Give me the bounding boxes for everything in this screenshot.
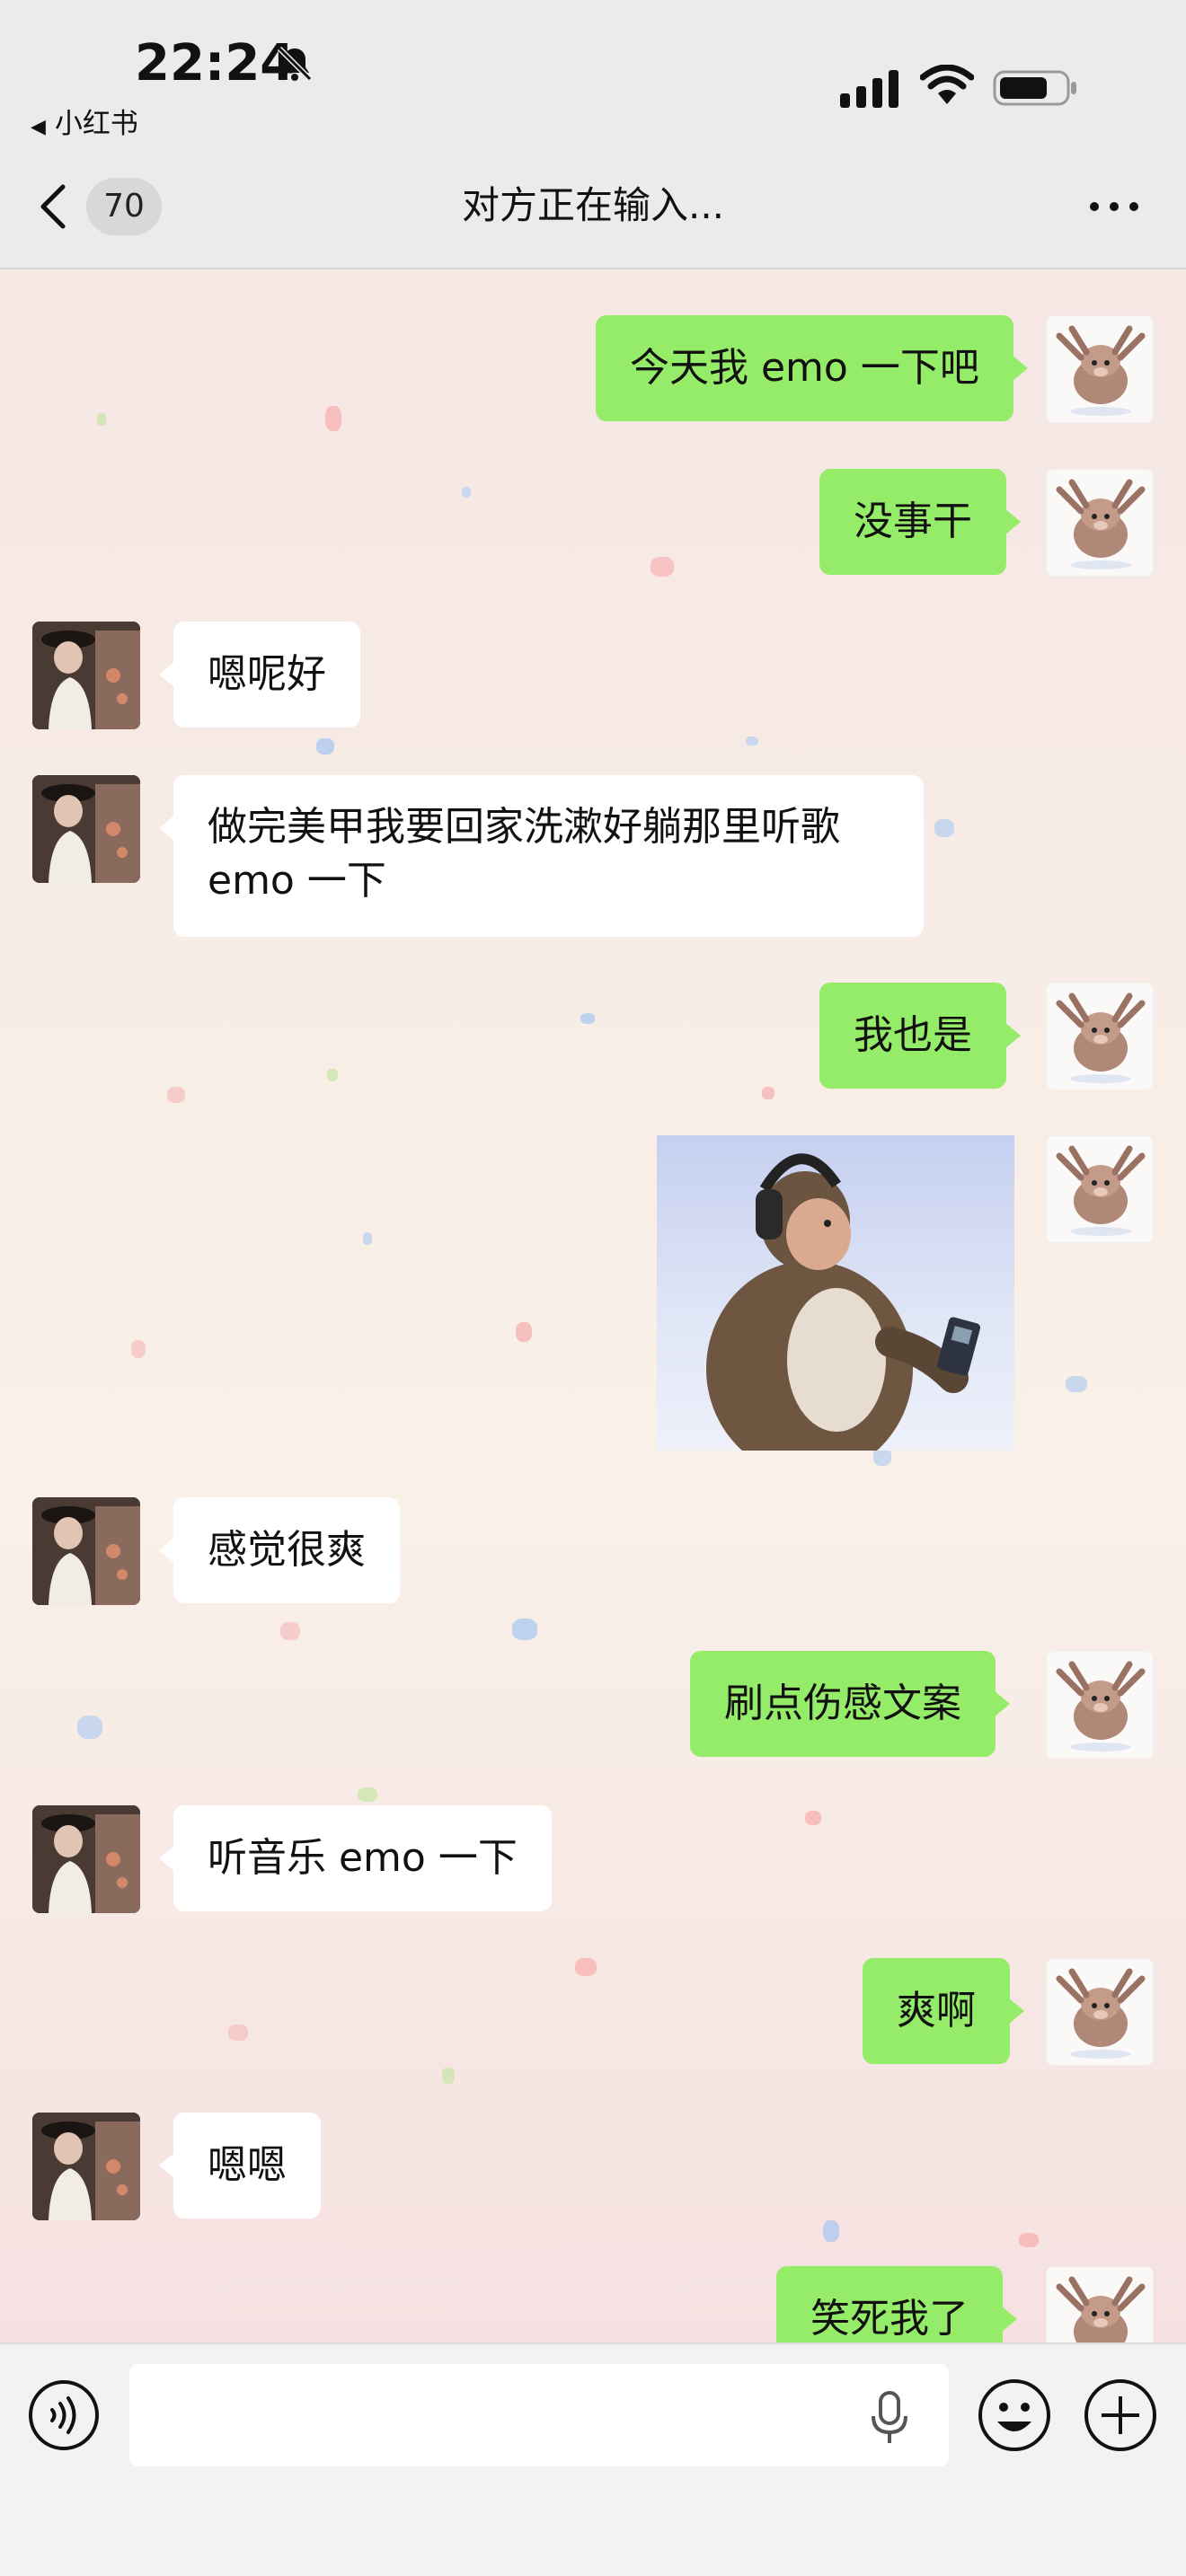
avatar-self[interactable] <box>1046 1651 1154 1759</box>
avatar-contact[interactable] <box>32 775 140 883</box>
avatar-self[interactable] <box>1046 1135 1154 1243</box>
bell-muted-icon <box>277 46 313 82</box>
message-input-bar <box>0 2342 1186 2576</box>
plus-icon[interactable] <box>1082 2377 1159 2454</box>
cartoon-avatar-icon <box>1056 1968 1146 2059</box>
avatar-self[interactable] <box>1046 983 1154 1090</box>
avatar-contact[interactable] <box>32 2113 140 2220</box>
cartoon-avatar-icon <box>1056 1661 1146 1751</box>
confetti-decoration <box>462 487 471 498</box>
cellular-signal-icon <box>840 70 898 108</box>
confetti-decoration <box>97 413 106 426</box>
confetti-decoration <box>575 1958 597 1976</box>
status-time: 22:24 <box>135 34 296 93</box>
more-options-icon[interactable] <box>1087 196 1141 217</box>
confetti-decoration <box>873 1448 891 1466</box>
confetti-decoration <box>325 406 341 431</box>
monkey-headphones-sticker-icon <box>706 1153 981 1451</box>
contact-photo-icon <box>32 1497 140 1605</box>
confetti-decoration <box>580 1013 595 1024</box>
message-bubble-incoming[interactable]: 感觉很爽 <box>159 1497 400 1603</box>
confetti-decoration <box>228 2025 248 2041</box>
confetti-decoration <box>516 1322 532 1342</box>
confetti-decoration <box>167 1087 185 1103</box>
confetti-decoration <box>1019 2233 1039 2247</box>
confetti-decoration <box>131 1340 146 1358</box>
cartoon-avatar-icon <box>1056 479 1146 569</box>
confetti-decoration <box>442 2068 455 2084</box>
mic-icon[interactable] <box>866 2391 913 2445</box>
confetti-decoration <box>1066 1376 1087 1392</box>
battery-icon <box>993 70 1076 106</box>
message-bubble-incoming[interactable]: 嗯嗯 <box>159 2113 321 2219</box>
message-bubble-outgoing[interactable]: 没事干 <box>819 469 1021 575</box>
chat-message-list[interactable]: 今天我 emo 一下吧 没事干 嗯呢好 做完美甲我要回家洗漱好躺那里听歌 emo… <box>0 271 1186 2342</box>
avatar-contact[interactable] <box>32 1497 140 1605</box>
contact-photo-icon <box>32 775 140 883</box>
confetti-decoration <box>358 1787 377 1802</box>
avatar-contact[interactable] <box>32 1805 140 1913</box>
confetti-decoration <box>746 737 758 745</box>
message-bubble-outgoing[interactable]: 刷点伤感文案 <box>690 1651 1010 1757</box>
message-bubble-outgoing[interactable]: 今天我 emo 一下吧 <box>596 315 1028 421</box>
cartoon-avatar-icon <box>1056 2276 1146 2342</box>
status-bar: 22:24 ◀ 小红书 <box>0 0 1186 144</box>
back-app-label: 小红书 <box>54 108 138 140</box>
cartoon-avatar-icon <box>1056 1145 1146 1236</box>
contact-photo-icon <box>32 622 140 729</box>
confetti-decoration <box>363 1232 372 1245</box>
confetti-decoration <box>805 1811 821 1825</box>
avatar-contact[interactable] <box>32 622 140 729</box>
message-bubble-outgoing[interactable]: 爽啊 <box>863 1958 1024 2064</box>
voice-icon[interactable] <box>27 2378 101 2452</box>
message-bubble-outgoing[interactable]: 我也是 <box>819 983 1021 1089</box>
avatar-self[interactable] <box>1046 315 1154 423</box>
confetti-decoration <box>934 819 954 837</box>
confetti-decoration <box>77 1716 102 1739</box>
avatar-self[interactable] <box>1046 2266 1154 2342</box>
avatar-self[interactable] <box>1046 1958 1154 2066</box>
message-bubble-outgoing[interactable]: 笑死我了 <box>776 2266 1017 2342</box>
cartoon-avatar-icon <box>1056 992 1146 1083</box>
back-app-arrow-icon: ◀ <box>31 116 46 138</box>
monkey-headphones-sticker[interactable] <box>657 1135 1014 1451</box>
chat-title: 对方正在输入... <box>461 183 725 227</box>
cartoon-avatar-icon <box>1056 325 1146 416</box>
contact-photo-icon <box>32 1805 140 1913</box>
confetti-decoration <box>512 1619 537 1640</box>
confetti-decoration <box>280 1622 300 1640</box>
confetti-decoration <box>823 2220 839 2242</box>
back-to-app-link[interactable]: ◀ 小红书 <box>31 101 138 141</box>
message-bubble-incoming[interactable]: 做完美甲我要回家洗漱好躺那里听歌 emo 一下 <box>159 775 924 937</box>
emoji-icon[interactable] <box>976 2377 1053 2454</box>
confetti-decoration <box>762 1087 774 1099</box>
chat-header: 70 对方正在输入... <box>0 144 1186 269</box>
confetti-decoration <box>316 738 334 754</box>
wifi-icon <box>920 65 974 104</box>
message-text-input[interactable] <box>129 2364 949 2466</box>
message-bubble-incoming[interactable]: 嗯呢好 <box>159 622 360 728</box>
avatar-self[interactable] <box>1046 469 1154 577</box>
contact-photo-icon <box>32 2113 140 2220</box>
confetti-decoration <box>651 557 674 577</box>
confetti-decoration <box>327 1069 338 1081</box>
message-bubble-incoming[interactable]: 听音乐 emo 一下 <box>159 1805 552 1911</box>
